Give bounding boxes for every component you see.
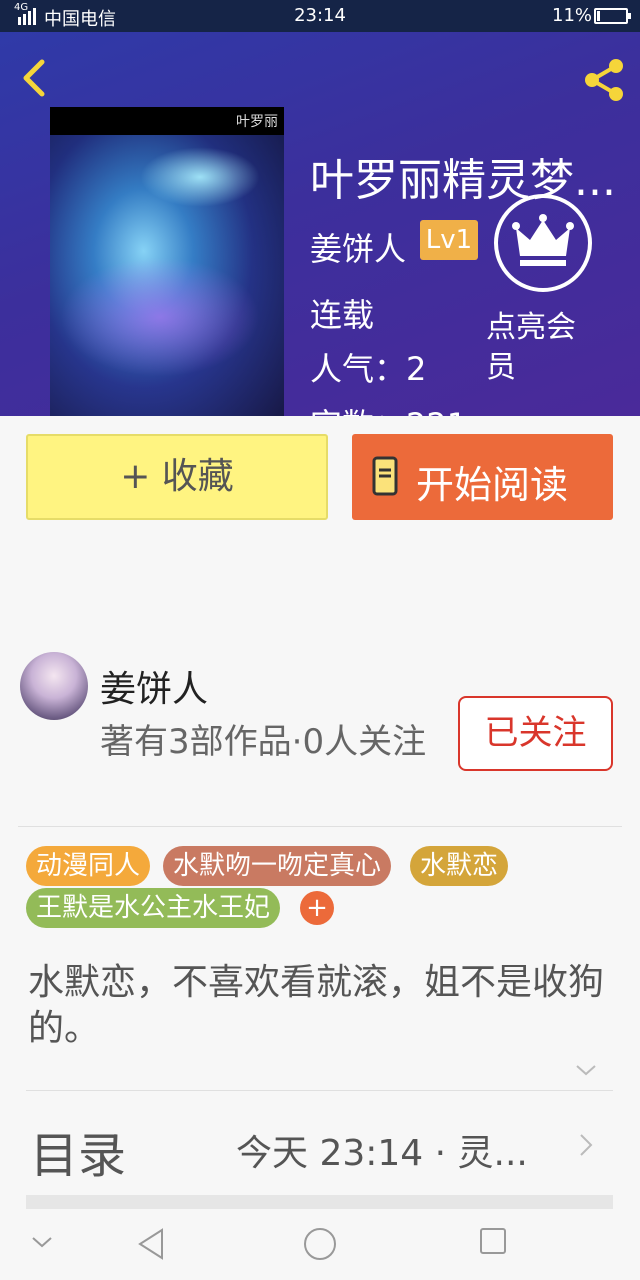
- chevron-right-icon[interactable]: [578, 1132, 594, 1158]
- share-button[interactable]: [578, 54, 630, 106]
- latest-chapter[interactable]: 今天 23:14 · 灵...: [236, 1124, 546, 1176]
- battery-percent: 11%: [552, 5, 593, 26]
- book-icon: [372, 456, 398, 496]
- word-count: 字数：221: [310, 400, 467, 416]
- start-reading-label: 开始阅读: [416, 463, 569, 507]
- nav-home-icon[interactable]: [302, 1226, 338, 1262]
- status-bar: 4G 中国电信 23:14 11%: [0, 0, 640, 32]
- tag-item[interactable]: 动漫同人: [26, 846, 151, 886]
- collect-button[interactable]: + 收藏: [26, 434, 328, 520]
- vip-label[interactable]: 点亮会员: [486, 308, 596, 388]
- follow-button[interactable]: 已关注: [458, 696, 613, 771]
- tag-item[interactable]: 王默是水公主水王妃: [26, 888, 281, 928]
- serial-status: 连载: [310, 296, 375, 334]
- author-card-name[interactable]: 姜饼人: [100, 660, 208, 712]
- book-title: 叶罗丽精灵梦...: [310, 155, 616, 206]
- back-button[interactable]: [16, 56, 52, 100]
- section-separator: [26, 1195, 613, 1209]
- author-works-summary: 著有3部作品·0人关注: [100, 722, 427, 762]
- hide-keyboard-icon[interactable]: [30, 1234, 54, 1250]
- author-avatar[interactable]: [20, 652, 88, 720]
- book-description: 水默恋，不喜欢看就滚，姐不是收狗的。: [28, 962, 605, 1049]
- crown-icon[interactable]: [494, 194, 592, 292]
- book-author[interactable]: 姜饼人: [310, 224, 406, 270]
- start-reading-button[interactable]: 开始阅读: [352, 434, 613, 520]
- popularity-count: 人气：2: [310, 350, 427, 388]
- author-level-badge: Lv1: [420, 220, 478, 260]
- battery-icon: [594, 8, 631, 24]
- book-header: 叶罗丽 叶罗丽精灵梦... 姜饼人 Lv1 连载 人气：2 字数：221 点亮会…: [0, 32, 640, 416]
- tag-item[interactable]: 水默恋: [410, 846, 509, 886]
- cover-label: 叶罗丽: [236, 114, 278, 130]
- nav-recents-icon[interactable]: [478, 1226, 508, 1256]
- tag-item[interactable]: 水默吻一吻定真心: [163, 846, 392, 886]
- divider: [18, 826, 622, 827]
- nav-back-icon[interactable]: [134, 1226, 168, 1262]
- add-tag-button[interactable]: +: [300, 891, 334, 925]
- clock: 23:14: [294, 5, 346, 26]
- book-cover[interactable]: 叶罗丽: [50, 107, 284, 416]
- divider: [26, 1090, 613, 1091]
- toc-label[interactable]: 目录: [30, 1116, 126, 1186]
- system-navbar: [0, 1212, 640, 1280]
- chevron-down-icon[interactable]: [574, 1062, 598, 1078]
